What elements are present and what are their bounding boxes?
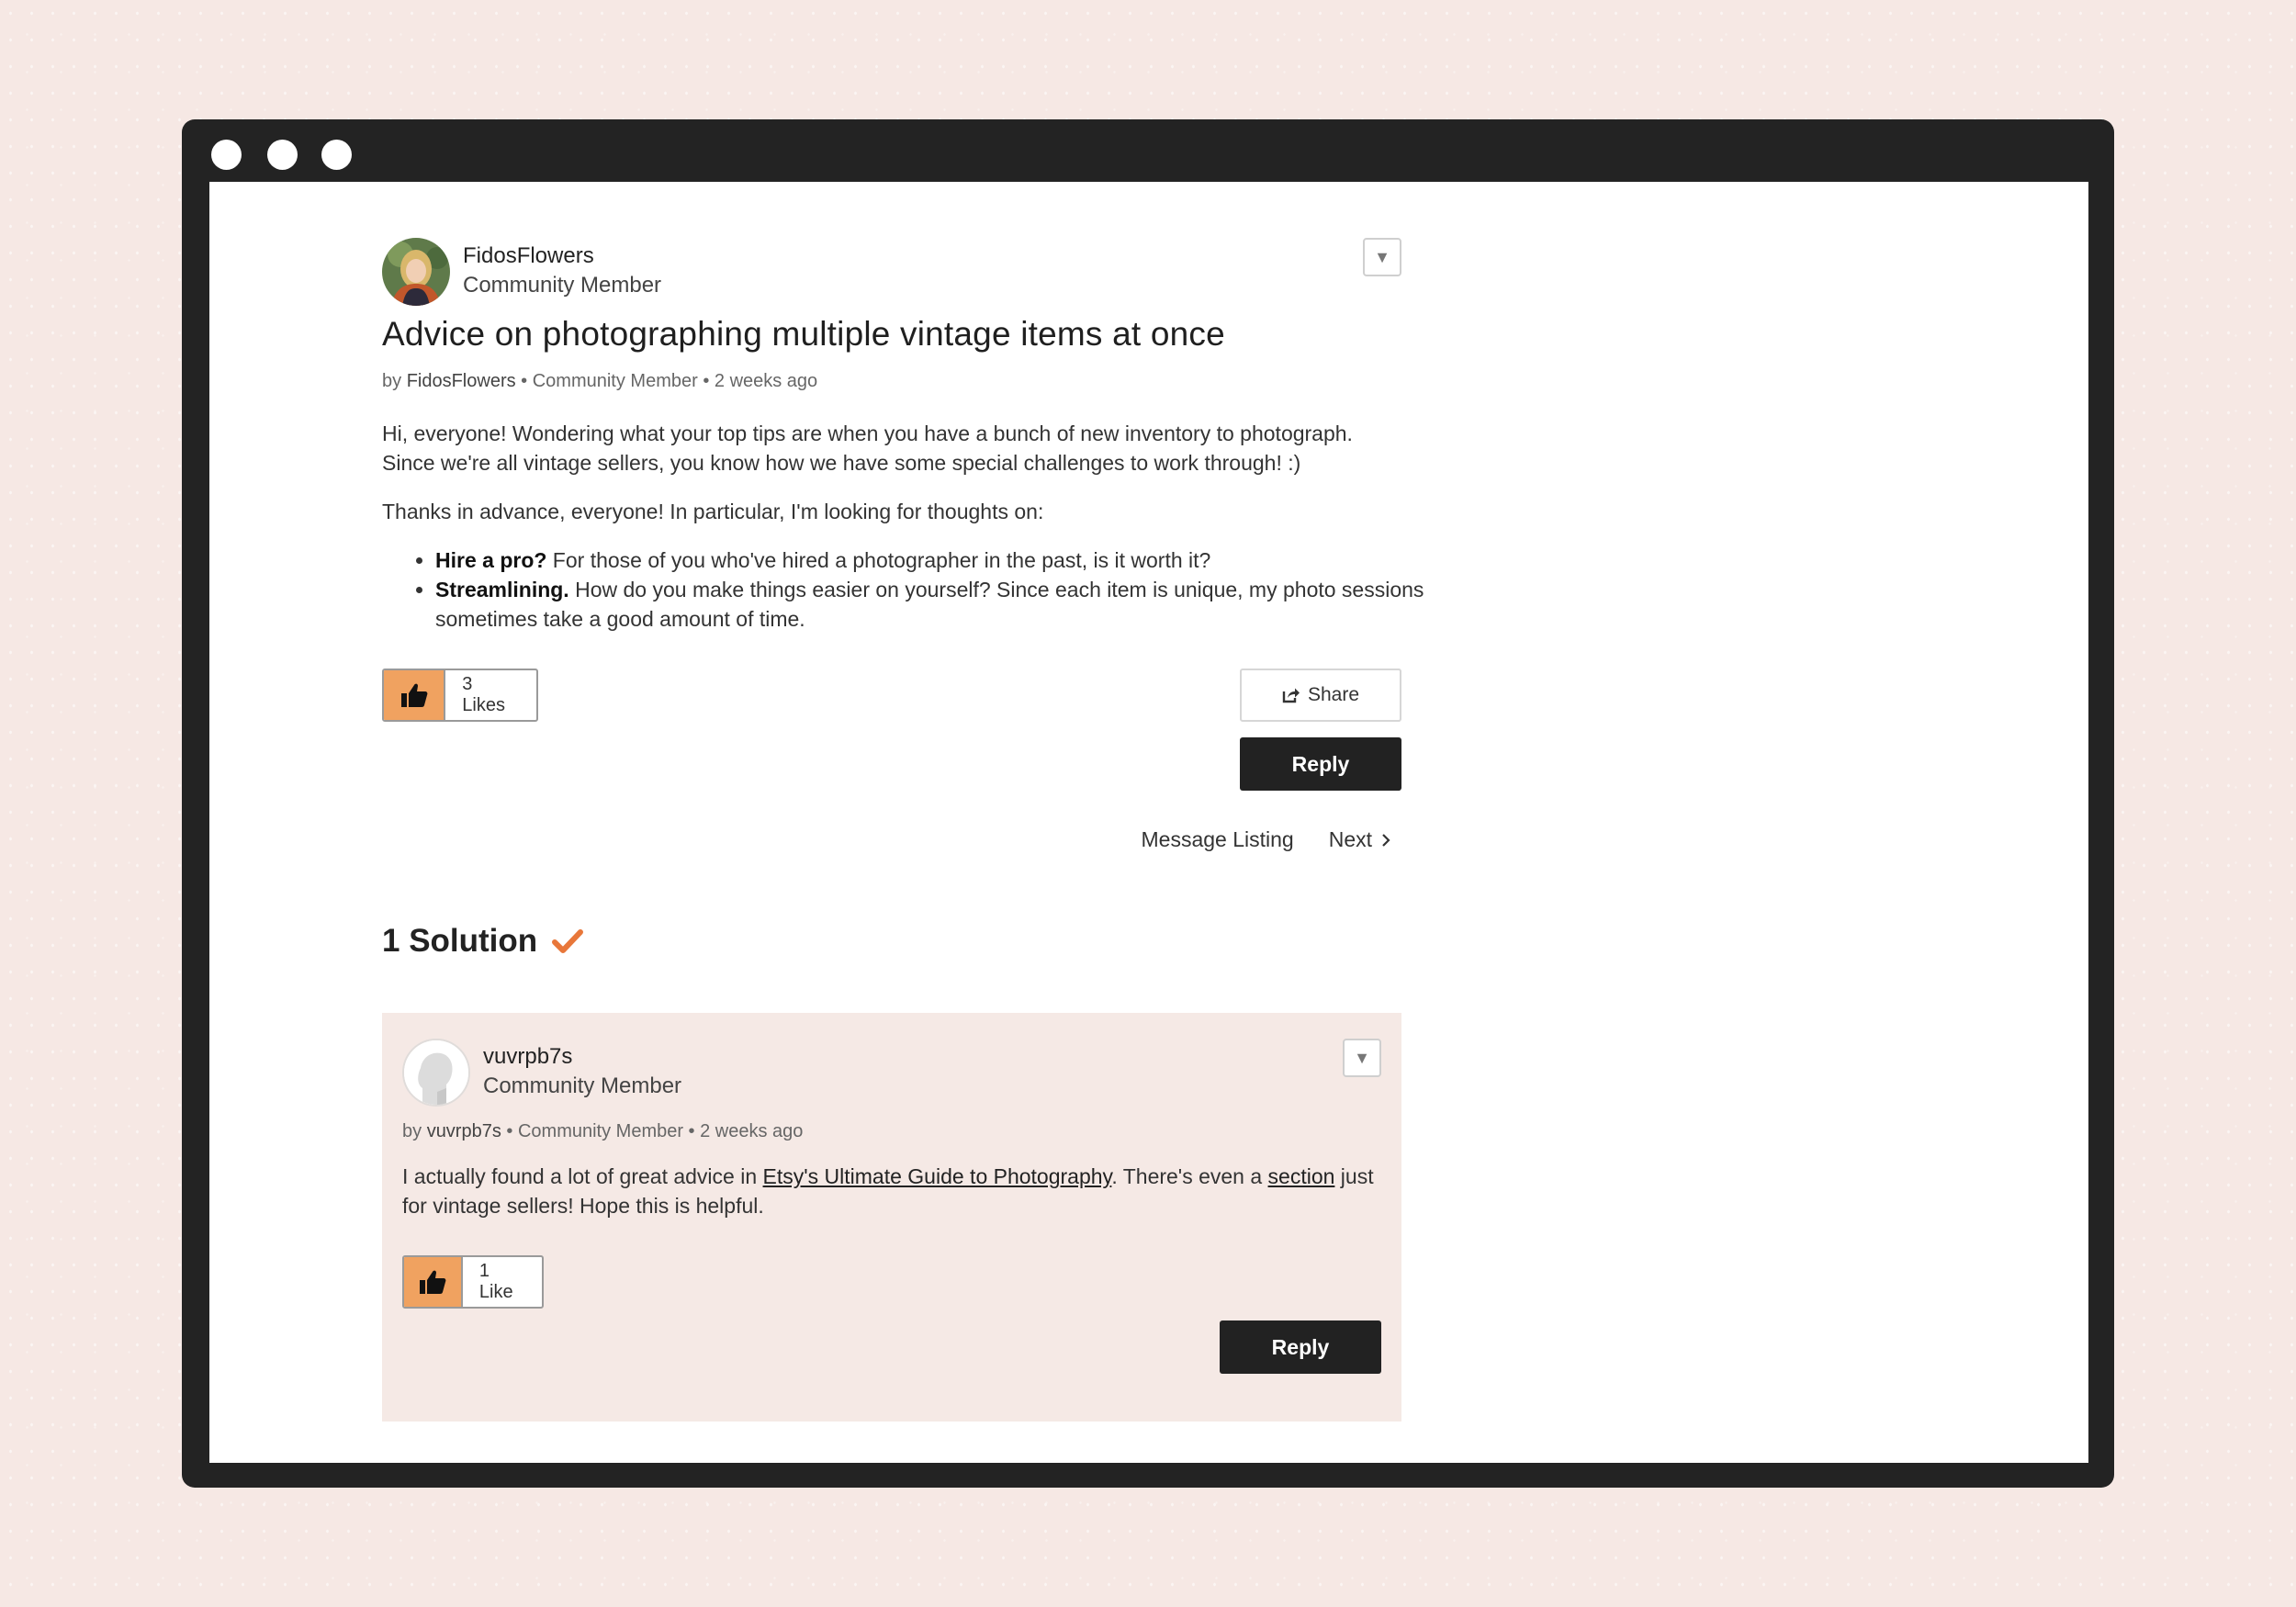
like-count[interactable]: 1 Like (463, 1257, 542, 1307)
section-link[interactable]: section (1268, 1164, 1335, 1188)
avatar[interactable] (402, 1039, 470, 1107)
message-navigation: Message Listing Next (1142, 827, 1391, 852)
bullet-title: Streamlining. (435, 578, 569, 601)
solution-byline: by vuvrpb7s • Community Member • 2 weeks… (402, 1121, 803, 1142)
window-dot-3[interactable] (321, 140, 352, 170)
post-options-dropdown[interactable]: ▼ (1363, 238, 1401, 276)
next-label: Next (1328, 827, 1372, 851)
solution-text: . There's even a (1111, 1164, 1268, 1188)
post-byline: by FidosFlowers • Community Member • 2 w… (382, 371, 817, 392)
post-paragraph: Thanks in advance, everyone! In particul… (382, 500, 1044, 523)
window-dot-2[interactable] (267, 140, 298, 170)
bullet-text: How do you make things easier on yoursel… (435, 578, 1424, 631)
accepted-solution: vuvrpb7s Community Member ▼ by vuvrpb7s … (382, 1013, 1401, 1422)
byline-author[interactable]: FidosFlowers (407, 371, 516, 391)
next-link[interactable]: Next (1329, 827, 1390, 852)
list-item: Hire a pro? For those of you who've hire… (435, 545, 1455, 575)
avatar[interactable] (382, 238, 450, 306)
checkmark-icon (552, 929, 584, 953)
thumbs-up-icon (419, 1270, 446, 1294)
post-author: FidosFlowers Community Member ▼ (382, 238, 1401, 311)
byline-meta: • Community Member • 2 weeks ago (521, 371, 818, 391)
author-name[interactable]: FidosFlowers (463, 243, 594, 269)
reply-button[interactable]: Reply (1240, 737, 1401, 791)
thumbs-up-icon (400, 683, 428, 707)
reply-button[interactable]: Reply (1220, 1320, 1381, 1374)
post-paragraph-line: Since we're all vintage sellers, you kno… (382, 451, 1301, 475)
like-button[interactable] (384, 670, 446, 720)
solutions-heading: 1 Solution (382, 923, 584, 960)
photography-guide-link[interactable]: Etsy's Ultimate Guide to Photography (763, 1164, 1112, 1188)
post-like-control: 3 Likes (382, 669, 538, 722)
bullet-title: Hire a pro? (435, 548, 547, 572)
byline-author[interactable]: vuvrpb7s (427, 1121, 501, 1141)
solution-like-control: 1 Like (402, 1255, 544, 1309)
post-paragraph-line: Hi, everyone! Wondering what your top ti… (382, 421, 1353, 445)
like-count[interactable]: 3 Likes (445, 670, 536, 720)
author-name[interactable]: vuvrpb7s (483, 1044, 572, 1070)
solution-options-dropdown[interactable]: ▼ (1343, 1039, 1381, 1077)
bullet-text: For those of you who've hired a photogra… (546, 548, 1211, 572)
byline-meta: • Community Member • 2 weeks ago (506, 1121, 804, 1141)
solutions-count: 1 Solution (382, 923, 538, 959)
message-listing-link[interactable]: Message Listing (1142, 827, 1294, 852)
share-button[interactable]: Share (1240, 669, 1401, 722)
solution-body: I actually found a lot of great advice i… (402, 1162, 1381, 1220)
share-label: Share (1307, 684, 1360, 705)
default-avatar-icon (404, 1040, 468, 1105)
byline-prefix: by (382, 371, 402, 391)
post-title: Advice on photographing multiple vintage… (382, 315, 1225, 353)
browser-window: FidosFlowers Community Member ▼ Advice o… (182, 119, 2114, 1488)
chevron-down-icon: ▼ (1374, 247, 1390, 266)
author-role: Community Member (483, 1073, 682, 1098)
user-photo-icon (382, 238, 450, 306)
list-item: Streamlining. How do you make things eas… (435, 575, 1455, 634)
byline-prefix: by (402, 1121, 422, 1141)
chevron-down-icon: ▼ (1354, 1048, 1370, 1067)
solution-author: vuvrpb7s Community Member ▼ (402, 1039, 1381, 1112)
post-bullet-list: Hire a pro? For those of you who've hire… (382, 545, 1455, 634)
like-button[interactable] (404, 1257, 463, 1307)
solution-text: I actually found a lot of great advice i… (402, 1164, 763, 1188)
author-role: Community Member (463, 273, 662, 298)
chevron-right-icon (1382, 833, 1390, 847)
window-dot-1[interactable] (211, 140, 242, 170)
post-paragraph: Hi, everyone! Wondering what your top ti… (382, 419, 1401, 478)
share-icon (1282, 688, 1300, 703)
browser-viewport: FidosFlowers Community Member ▼ Advice o… (209, 182, 2088, 1463)
